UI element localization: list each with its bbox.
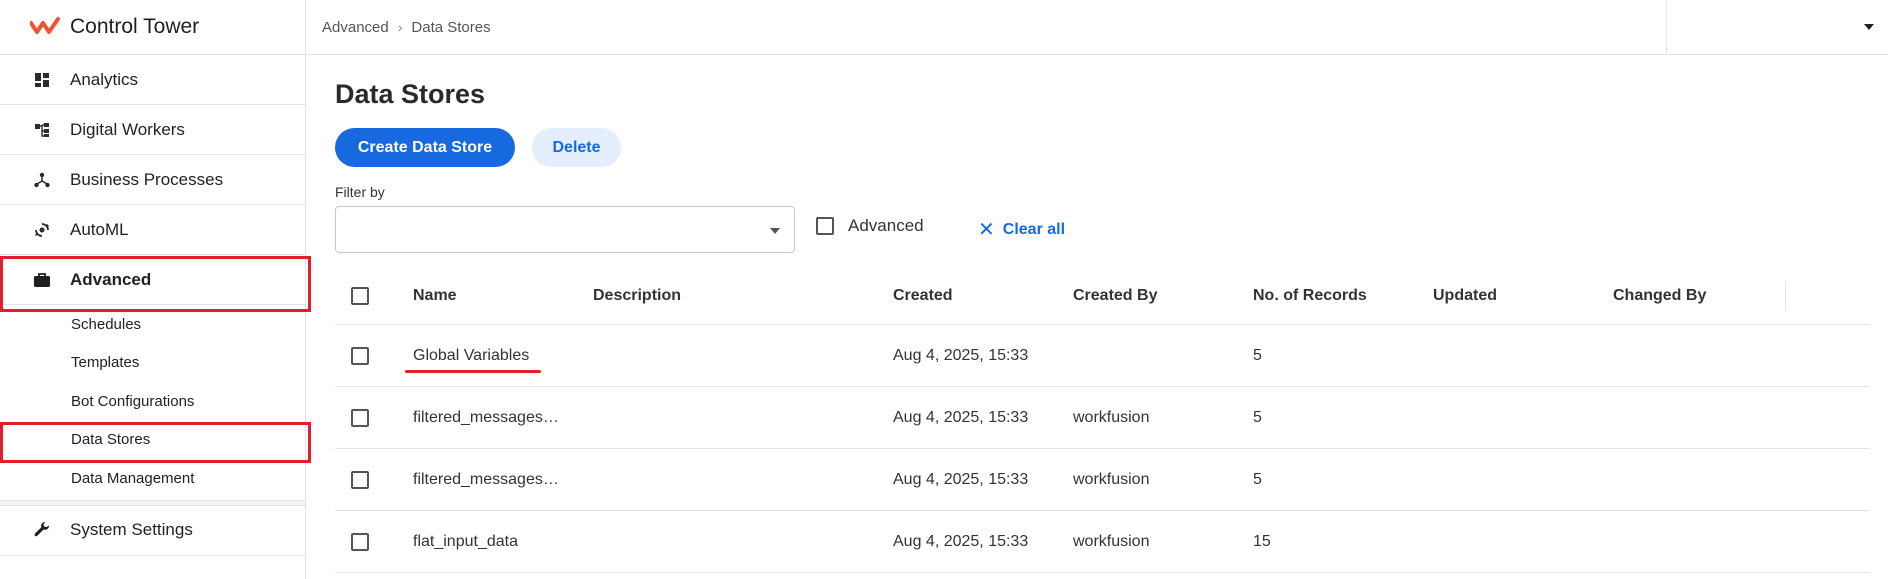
clear-all-button[interactable]: ✕ Clear all — [978, 217, 1065, 242]
table-row[interactable]: flat_input_data Aug 4, 2025, 15:33 workf… — [335, 511, 1870, 573]
created-cell: Aug 4, 2025, 15:33 — [893, 346, 1029, 364]
delete-button[interactable]: Delete — [532, 128, 621, 167]
control-tower-logo-icon — [30, 17, 60, 34]
row-checkbox-cell — [351, 511, 369, 572]
datastore-name-link[interactable]: flat_input_data — [413, 511, 518, 572]
wrench-icon — [32, 520, 52, 540]
sidebar-item-business-processes[interactable]: Business Processes — [0, 155, 305, 205]
datastore-name-link[interactable]: filtered_messages… — [413, 387, 559, 448]
datastore-name-link[interactable]: Global Variables — [413, 325, 529, 386]
sidebar: Control Tower Analytics Digital Workers … — [0, 0, 311, 579]
sidebar-subitem-data-stores[interactable]: Data Stores — [0, 421, 311, 462]
briefcase-icon — [32, 270, 52, 290]
brand[interactable]: Control Tower — [0, 0, 305, 55]
chevron-right-icon: › — [397, 19, 403, 35]
row-checkbox[interactable] — [351, 346, 369, 365]
app-title: Control Tower — [70, 15, 200, 38]
data-stores-table: Name Description Created Created By No. … — [335, 267, 1870, 573]
sidebar-item-label: Analytics — [70, 69, 139, 89]
hierarchy-icon — [32, 120, 52, 140]
chevron-down-icon — [1864, 24, 1874, 30]
records-cell: 5 — [1253, 470, 1262, 488]
automl-icon — [32, 220, 52, 240]
filter-label: Filter by — [335, 184, 385, 200]
account-dropdown[interactable] — [1666, 0, 1888, 54]
column-header-description[interactable]: Description — [593, 267, 681, 324]
sidebar-item-advanced[interactable]: Advanced — [0, 255, 311, 312]
sidebar-subitem-data-management[interactable]: Data Management — [0, 459, 305, 498]
dashboard-icon — [32, 70, 52, 90]
topbar: Advanced › Data Stores — [306, 0, 1888, 55]
created-by-cell: workfusion — [1073, 532, 1150, 550]
row-checkbox-cell — [351, 449, 369, 510]
column-header-created-by[interactable]: Created By — [1073, 267, 1157, 324]
checkbox[interactable] — [816, 217, 834, 235]
sidebar-item-digital-workers[interactable]: Digital Workers — [0, 105, 305, 155]
column-header-updated[interactable]: Updated — [1433, 267, 1497, 324]
breadcrumb: Advanced › Data Stores — [306, 19, 491, 36]
sidebar-item-system-settings[interactable]: System Settings — [0, 506, 305, 556]
created-by-cell: workfusion — [1073, 470, 1150, 488]
column-header-name[interactable]: Name — [413, 267, 457, 324]
records-cell: 5 — [1253, 408, 1262, 426]
advanced-checkbox[interactable]: Advanced — [816, 216, 924, 236]
table-row[interactable]: filtered_messages… Aug 4, 2025, 15:33 wo… — [335, 449, 1870, 511]
sidebar-subitem-bot-configurations[interactable]: Bot Configurations — [0, 382, 305, 421]
records-cell: 15 — [1253, 532, 1271, 550]
sidebar-item-analytics[interactable]: Analytics — [0, 55, 305, 105]
table-row[interactable]: filtered_messages… Aug 4, 2025, 15:33 wo… — [335, 387, 1870, 449]
sidebar-item-automl[interactable]: AutoML — [0, 205, 305, 255]
chevron-down-icon — [770, 228, 780, 234]
records-cell: 5 — [1253, 346, 1262, 364]
row-checkbox[interactable] — [351, 470, 369, 489]
select-all-cell — [351, 267, 369, 324]
advanced-checkbox-label: Advanced — [848, 216, 924, 235]
sidebar-subitem-schedules[interactable]: Schedules — [0, 305, 305, 344]
created-by-cell: workfusion — [1073, 408, 1150, 426]
row-checkbox-cell — [351, 325, 369, 386]
column-header-changed-by[interactable]: Changed By — [1613, 267, 1706, 324]
row-checkbox[interactable] — [351, 408, 369, 427]
breadcrumb-parent[interactable]: Advanced — [322, 19, 389, 36]
create-data-store-button[interactable]: Create Data Store — [335, 128, 515, 167]
advanced-submenu: Schedules Templates Bot Configurations D… — [0, 305, 311, 498]
created-cell: Aug 4, 2025, 15:33 — [893, 470, 1029, 488]
created-cell: Aug 4, 2025, 15:33 — [893, 408, 1029, 426]
column-header-records[interactable]: No. of Records — [1253, 267, 1367, 324]
row-checkbox-cell — [351, 387, 369, 448]
process-icon — [32, 170, 52, 190]
main-content: Data Stores Create Data Store Delete Fil… — [306, 55, 1888, 579]
column-header-created[interactable]: Created — [893, 267, 953, 324]
row-checkbox[interactable] — [351, 532, 369, 551]
sidebar-item-label: System Settings — [70, 520, 193, 539]
page-title: Data Stores — [335, 79, 486, 109]
table-header-row: Name Description Created Created By No. … — [335, 267, 1870, 325]
close-icon: ✕ — [978, 219, 995, 241]
annotation-underline — [405, 370, 541, 373]
breadcrumb-current: Data Stores — [411, 18, 491, 36]
sidebar-subitem-templates[interactable]: Templates — [0, 344, 305, 383]
column-divider[interactable] — [1785, 281, 1786, 311]
table-row[interactable]: Global Variables Aug 4, 2025, 15:33 5 — [335, 325, 1870, 387]
datastore-name-link[interactable]: filtered_messages… — [413, 449, 559, 510]
filter-select[interactable] — [335, 206, 795, 253]
sidebar-item-label: Business Processes — [70, 169, 224, 189]
sidebar-item-label: AutoML — [70, 219, 129, 239]
clear-all-label: Clear all — [1002, 220, 1066, 238]
select-all-checkbox[interactable] — [351, 286, 369, 305]
sidebar-item-label: Advanced — [70, 269, 152, 289]
sidebar-item-label: Digital Workers — [70, 119, 185, 139]
created-cell: Aug 4, 2025, 15:33 — [893, 532, 1029, 550]
